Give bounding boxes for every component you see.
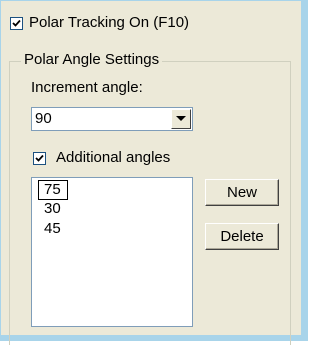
chevron-down-icon bbox=[176, 116, 186, 121]
list-item[interactable]: 45 bbox=[44, 220, 61, 238]
polar-angle-settings-title: Polar Angle Settings bbox=[21, 51, 163, 69]
window-frame: Polar Tracking On (F10) Polar Angle Sett… bbox=[0, 0, 308, 345]
additional-angles-label[interactable]: Additional angles bbox=[56, 149, 170, 167]
increment-angle-dropdown-button[interactable] bbox=[171, 109, 191, 129]
additional-angles-list[interactable]: 75 30 45 bbox=[31, 177, 193, 327]
delete-angle-button[interactable]: Delete bbox=[205, 223, 279, 250]
checkmark-icon bbox=[12, 19, 21, 27]
new-angle-button[interactable]: New bbox=[205, 179, 279, 206]
increment-angle-label: Increment angle: bbox=[31, 79, 143, 96]
polar-tracking-panel: Polar Tracking On (F10) Polar Angle Sett… bbox=[1, 1, 301, 345]
list-item[interactable]: 75 bbox=[38, 180, 68, 200]
polar-tracking-label[interactable]: Polar Tracking On (F10) bbox=[29, 14, 189, 32]
increment-angle-dropdown[interactable]: 90 bbox=[31, 107, 193, 131]
additional-angles-checkbox[interactable] bbox=[33, 152, 46, 165]
polar-tracking-checkbox[interactable] bbox=[10, 17, 23, 30]
increment-angle-value: 90 bbox=[35, 110, 52, 127]
list-item[interactable]: 30 bbox=[44, 200, 61, 218]
checkmark-icon bbox=[35, 154, 44, 162]
